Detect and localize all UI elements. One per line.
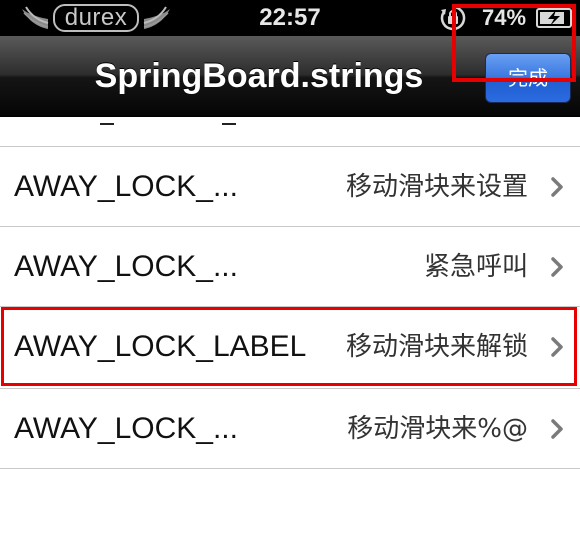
clipped-row-descender bbox=[100, 117, 114, 125]
row-key: AWAY_LOCK_LABEL bbox=[14, 330, 307, 363]
table-row-separator bbox=[0, 468, 580, 548]
row-key: AWAY_LOCK_... bbox=[14, 412, 238, 445]
row-value: 移动滑块来解锁 bbox=[345, 332, 528, 362]
row-key: AWAY_LOCK_... bbox=[14, 250, 238, 283]
clipped-row-descender bbox=[222, 117, 236, 125]
row-value: 紧急呼叫 bbox=[423, 252, 528, 282]
table-row[interactable]: AWAY_LOCK_... 移动滑块来设置 bbox=[0, 146, 580, 226]
row-value: 移动滑块来设置 bbox=[345, 172, 528, 202]
chevron-right-icon bbox=[551, 419, 563, 439]
chevron-right-icon bbox=[551, 257, 563, 277]
chevron-right-icon bbox=[551, 177, 563, 197]
row-key: AWAY_LOCK_... bbox=[14, 170, 238, 203]
page-title: SpringBoard.strings bbox=[94, 57, 424, 95]
table-row[interactable]: AWAY_LOCK_... 紧急呼叫 bbox=[0, 226, 580, 306]
done-button-highlight bbox=[452, 4, 576, 82]
table-row[interactable]: AWAY_LOCK_LABEL 移动滑块来解锁 bbox=[0, 306, 580, 386]
chevron-right-icon bbox=[551, 337, 563, 357]
table-row[interactable]: AWAY_LOCK_... 移动滑块来%@ bbox=[0, 388, 580, 468]
row-value: 移动滑块来%@ bbox=[347, 414, 528, 444]
